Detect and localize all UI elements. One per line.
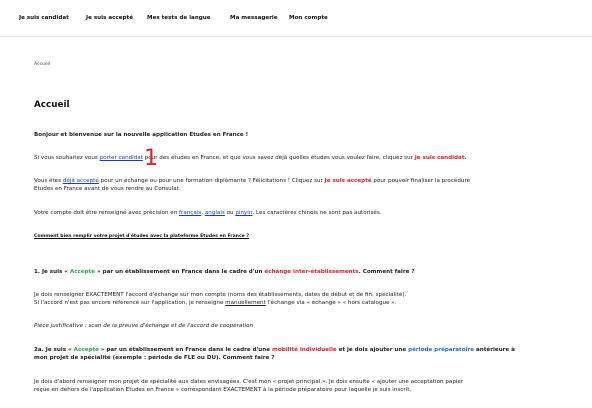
nav-je-suis-accepte[interactable]: Je suis accepté — [86, 15, 133, 21]
section-1-body: Je dois renseigner EXACTEMENT l'accord d… — [34, 291, 592, 307]
text: pour pouvoir finaliser la procédure — [371, 178, 471, 184]
nav-je-suis-candidat[interactable]: Je suis candidat — [19, 15, 69, 21]
section-1-proof: Pièce justificative : scan de la preuve … — [34, 323, 254, 329]
text: Si vous souhaitez vous — [34, 155, 100, 161]
breadcrumb[interactable]: Accueil — [34, 62, 50, 67]
text: l'échange via « échange » « hors catalog… — [265, 300, 397, 307]
francais-link[interactable]: français — [179, 210, 201, 216]
text: ou — [224, 210, 236, 216]
text: » par un établissement en France dans le… — [98, 347, 273, 353]
text: 1. Je suis « — [34, 269, 70, 275]
paragraph-candidat: Si vous souhaitez vous porter candidat p… — [34, 154, 592, 162]
je-suis-accepte-link[interactable]: Je suis accepté — [325, 178, 372, 184]
nav-mon-compte[interactable]: Mon compte — [289, 15, 328, 21]
text: reçue en dehors de l'application Etudes … — [34, 387, 412, 394]
periode-label: période préparatoire — [408, 347, 475, 353]
je-suis-candidat-link[interactable]: Je suis candidat. — [415, 155, 467, 161]
text: Votre compte doit être renseigné avec pr… — [34, 210, 180, 216]
text: et je dois ajouter une — [336, 347, 409, 353]
section-2a-heading: 2a. Je suis « Accepté » par un établisse… — [34, 346, 592, 362]
text: » par un établissement en France dans le… — [95, 269, 265, 275]
text: Je dois renseigner EXACTEMENT l'accord d… — [34, 292, 407, 298]
paragraph-accepte: Vous êtes déjà accepté pour un échange o… — [34, 177, 592, 193]
howto-link[interactable]: Comment bien remplir votre projet d'étud… — [34, 234, 249, 239]
intro-text: Bonjour et bienvenue sur la nouvelle app… — [34, 132, 249, 138]
text: pour des études en France, et que vous s… — [142, 155, 415, 161]
annotation-number: 1 — [144, 146, 158, 171]
text: Je dois d'abord renseigner mon projet de… — [34, 379, 464, 385]
mobilite-label: mobilité individuelle — [272, 347, 337, 353]
text: pour un échange ou pour une formation di… — [98, 178, 325, 184]
text: antérieure à — [474, 347, 515, 353]
text: Vous êtes — [34, 178, 63, 184]
manuellement-text: manuellement — [225, 300, 266, 307]
howto-link-row: Comment bien remplir votre projet d'étud… — [34, 233, 592, 240]
echange-label: échange inter-établissements — [264, 269, 359, 275]
paragraph-langues: Votre compte doit être renseigné avec pr… — [34, 209, 592, 217]
text: . Les caractères chinois ne sont pas aut… — [252, 210, 382, 216]
text: 2a. Je suis « — [34, 347, 74, 353]
text: mon projet de spécialité (exemple : péri… — [34, 355, 275, 362]
section-2a-body: Je dois d'abord renseigner mon projet de… — [34, 378, 592, 394]
top-navigation: Je suis candidat Je suis accepté Mes tes… — [0, 0, 592, 37]
anglais-link[interactable]: anglais — [205, 210, 225, 216]
pinyin-link[interactable]: pinyin — [235, 210, 252, 216]
text: Si l'accord n'est pas encore référencé s… — [34, 300, 226, 307]
porter-candidat-link[interactable]: porter candidat — [100, 155, 143, 161]
accepte-label: Accepté — [73, 347, 99, 353]
text: . Comment faire ? — [358, 269, 415, 275]
nav-mes-tests-de-langue[interactable]: Mes tests de langue — [147, 15, 211, 21]
page-title: Accueil — [34, 100, 70, 110]
text: Etudes en France avant de vous rendre au… — [34, 186, 181, 193]
section-1-heading: 1. Je suis « Accepté » par un établissem… — [34, 268, 592, 276]
accepte-label: Accepté — [69, 269, 96, 275]
deja-accepte-link[interactable]: déjà accepté — [63, 178, 99, 184]
nav-ma-messagerie[interactable]: Ma messagerie — [230, 15, 278, 21]
